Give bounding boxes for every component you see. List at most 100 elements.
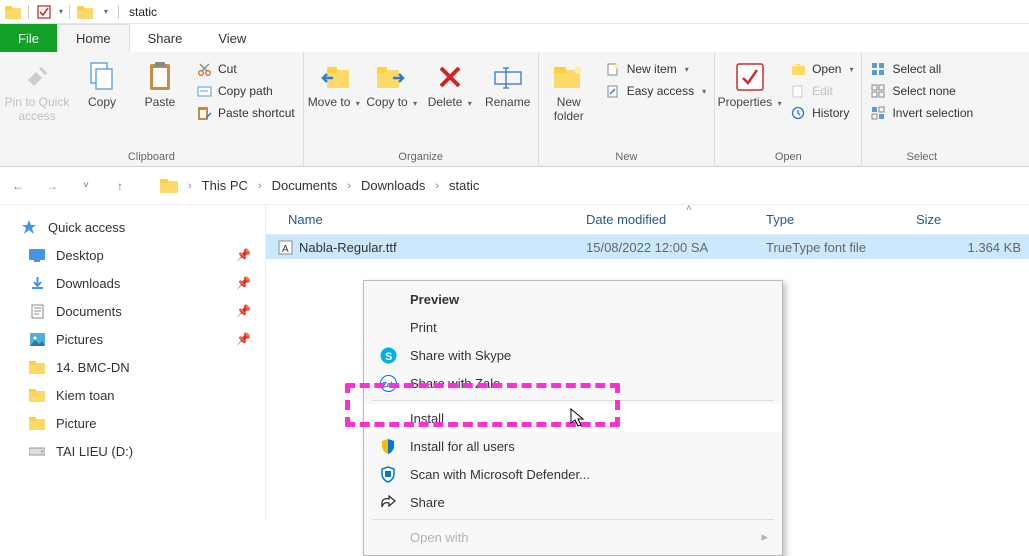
edit-icon: [790, 83, 806, 99]
share-icon: [378, 492, 398, 512]
organize-group: Move to ▾ Copy to ▾ Delete ▾ Rename Orga…: [304, 52, 539, 166]
cut-button[interactable]: Cut: [190, 60, 301, 78]
easy-access-button[interactable]: Easy access▾: [599, 82, 712, 100]
copy-path-button[interactable]: Copy path: [190, 82, 301, 100]
title-bar: ▾ ▾ static: [0, 0, 1029, 24]
path-icon: [196, 83, 212, 99]
new-folder-icon: [552, 60, 586, 94]
pin-icon: 📌: [236, 276, 251, 290]
install-menu-item[interactable]: Install: [364, 404, 782, 432]
folder-icon: [4, 3, 22, 21]
folder-icon: [28, 386, 46, 404]
context-menu: Preview Print S Share with Skype Zalo Sh…: [363, 280, 783, 556]
shield-icon: [378, 436, 398, 456]
home-tab[interactable]: Home: [57, 24, 130, 52]
scissors-icon: [196, 61, 212, 77]
separator: [118, 5, 119, 19]
breadcrumb-item[interactable]: Downloads: [361, 178, 425, 193]
select-group: Select all Select none Invert selection …: [862, 52, 981, 166]
folder-icon: [160, 178, 178, 193]
open-with-menu-item[interactable]: Open with ▸: [364, 523, 782, 551]
zalo-icon: Zalo: [378, 373, 398, 393]
open-button[interactable]: Open▾: [784, 60, 859, 78]
name-column-header[interactable]: Name: [266, 212, 586, 227]
clipboard-mini-stack: Cut Copy path Paste shortcut: [190, 56, 301, 122]
drive-icon: [28, 442, 46, 460]
open-group: Properties ▾ Open▾ Edit History Open: [715, 52, 862, 166]
window-title: static: [125, 5, 157, 19]
sidebar-item-documents[interactable]: Documents📌: [0, 297, 265, 325]
blank-icon: [378, 408, 398, 428]
breadcrumb-item[interactable]: Documents: [272, 178, 338, 193]
file-row[interactable]: A Nabla-Regular.ttf 15/08/2022 12:00 SA …: [266, 235, 1029, 259]
shortcut-icon: [196, 105, 212, 121]
star-icon: [20, 218, 38, 236]
scan-menu-item[interactable]: Scan with Microsoft Defender...: [364, 460, 782, 488]
view-tab[interactable]: View: [200, 24, 264, 52]
pin-to-quick-button[interactable]: Pin to Quick access: [2, 56, 72, 128]
preview-menu-item[interactable]: Preview: [364, 285, 782, 313]
sidebar-item-pictures[interactable]: Pictures📌: [0, 325, 265, 353]
share-menu-item[interactable]: Share: [364, 488, 782, 516]
properties-icon[interactable]: [35, 3, 53, 21]
recent-dropdown[interactable]: ˅: [74, 174, 98, 198]
sidebar-item-folder[interactable]: Kiem toan: [0, 381, 265, 409]
breadcrumb-item[interactable]: This PC: [202, 178, 248, 193]
menu-separator: [372, 400, 774, 401]
type-column-header[interactable]: Type: [766, 212, 916, 227]
date-column-header[interactable]: Date modified: [586, 212, 766, 227]
sort-indicator-icon: ˄: [686, 203, 692, 214]
new-item-button[interactable]: New item▾: [599, 60, 712, 78]
move-icon: [317, 60, 351, 94]
history-button[interactable]: History: [784, 104, 859, 122]
new-item-icon: [605, 61, 621, 77]
folder-icon: [28, 414, 46, 432]
svg-text:Zalo: Zalo: [382, 382, 396, 389]
sidebar-item-downloads[interactable]: Downloads📌: [0, 269, 265, 297]
sidebar-item-folder[interactable]: Picture: [0, 409, 265, 437]
share-zalo-menu-item[interactable]: Zalo Share with Zalo: [364, 369, 782, 397]
sidebar: Quick access Desktop📌 Downloads📌 Documen…: [0, 205, 266, 520]
separator: [28, 5, 29, 19]
sidebar-item-desktop[interactable]: Desktop📌: [0, 241, 265, 269]
print-menu-item[interactable]: Print: [364, 313, 782, 341]
properties-icon: [733, 60, 767, 94]
sidebar-item-folder[interactable]: 14. BMC-DN: [0, 353, 265, 381]
select-none-icon: [870, 83, 886, 99]
share-tab[interactable]: Share: [130, 24, 201, 52]
properties-button[interactable]: Properties ▾: [717, 56, 782, 114]
forward-button[interactable]: →: [40, 174, 64, 198]
edit-button[interactable]: Edit: [784, 82, 859, 100]
select-all-button[interactable]: Select all: [864, 60, 979, 78]
size-column-header[interactable]: Size: [916, 212, 1029, 227]
paste-icon: [143, 60, 177, 94]
ribbon: Pin to Quick access Copy Paste Cut Copy …: [0, 52, 1029, 167]
invert-selection-button[interactable]: Invert selection: [864, 104, 979, 122]
sidebar-item-drive[interactable]: TAI LIEU (D:): [0, 437, 265, 465]
overflow-icon[interactable]: ▾: [100, 7, 112, 16]
install-all-menu-item[interactable]: Install for all users: [364, 432, 782, 460]
pin-icon: 📌: [236, 248, 251, 262]
share-skype-menu-item[interactable]: S Share with Skype: [364, 341, 782, 369]
defender-icon: [378, 464, 398, 484]
copy-button[interactable]: Copy: [74, 56, 130, 114]
quick-access-header[interactable]: Quick access: [0, 213, 265, 241]
copy-to-button[interactable]: Copy to ▾: [364, 56, 420, 114]
paste-shortcut-button[interactable]: Paste shortcut: [190, 104, 301, 122]
up-button[interactable]: ↑: [108, 174, 132, 198]
delete-button[interactable]: Delete ▾: [422, 56, 478, 114]
menu-bar: File Home Share View: [0, 24, 1029, 52]
dropdown-icon[interactable]: ▾: [59, 7, 63, 16]
pin-icon: [20, 60, 54, 94]
rename-button[interactable]: Rename: [480, 56, 536, 114]
move-to-button[interactable]: Move to ▾: [306, 56, 362, 114]
file-size: 1.364 KB: [916, 240, 1029, 255]
chevron-right-icon[interactable]: ›: [188, 180, 192, 192]
file-tab[interactable]: File: [0, 24, 57, 52]
back-button[interactable]: ←: [6, 174, 30, 198]
select-none-button[interactable]: Select none: [864, 82, 979, 100]
pictures-icon: [28, 330, 46, 348]
paste-button[interactable]: Paste: [132, 56, 188, 114]
new-folder-button[interactable]: New folder: [541, 56, 597, 128]
breadcrumb-item[interactable]: static: [449, 178, 479, 193]
